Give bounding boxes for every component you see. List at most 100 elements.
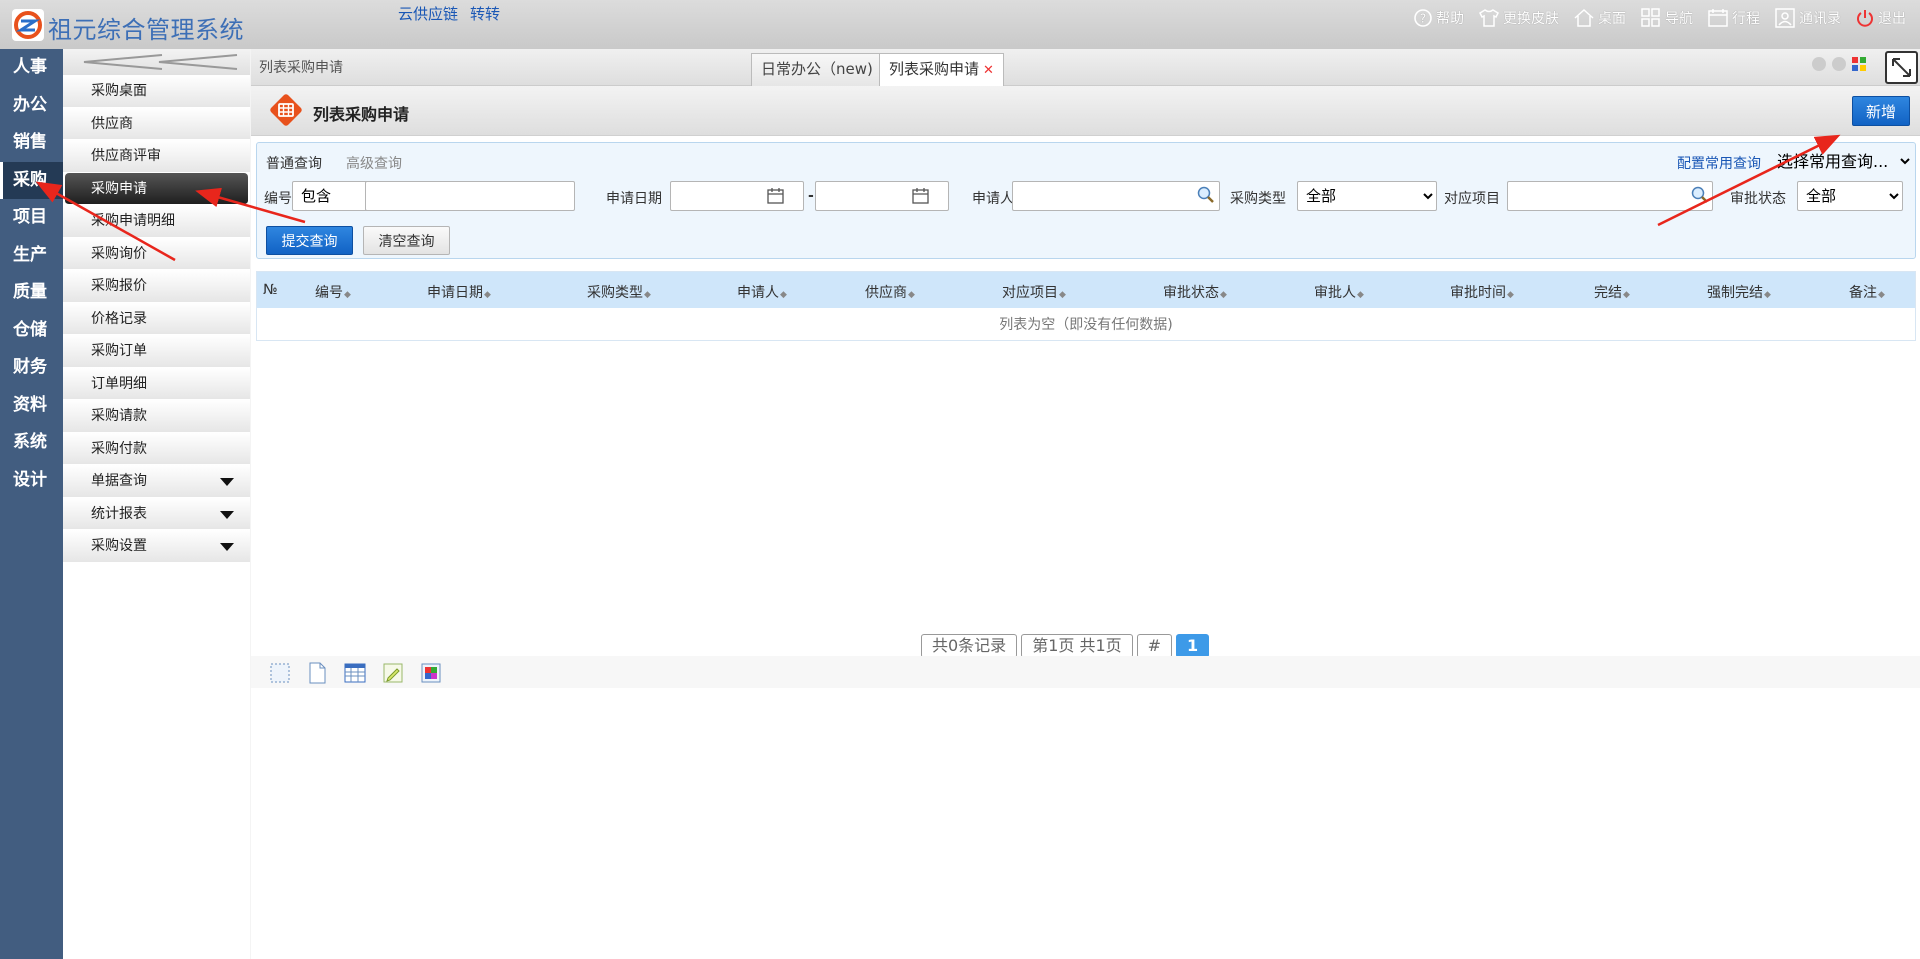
edit-pencil-icon[interactable]: [382, 662, 404, 684]
purchase-type-label: 采购类型: [1230, 191, 1286, 207]
nav-item-purchase[interactable]: 采购: [0, 161, 63, 199]
purchase-type-select[interactable]: 全部: [1297, 181, 1437, 211]
tab-menu-icon[interactable]: [1852, 57, 1866, 71]
help-label: 帮助: [1436, 11, 1464, 27]
document-icon[interactable]: [306, 662, 328, 684]
column-header-approver[interactable]: 审批人◆: [1314, 282, 1364, 302]
submenu-item-request-detail[interactable]: 采购申请明细: [63, 205, 250, 238]
submenu-item-purchase-request[interactable]: 采购申请: [65, 172, 248, 205]
add-button[interactable]: 新增: [1852, 96, 1910, 126]
column-header-approval-time[interactable]: 审批时间◆: [1450, 282, 1514, 302]
column-header-no[interactable]: №: [263, 282, 278, 298]
select-all-icon[interactable]: [269, 662, 291, 684]
sort-icon: ◆: [1507, 290, 1514, 300]
logo-icon: [12, 9, 44, 41]
sort-icon: ◆: [1764, 290, 1771, 300]
tab-scroll-right-icon[interactable]: [1832, 57, 1846, 71]
column-header-applicant[interactable]: 申请人◆: [737, 282, 787, 302]
column-header-label: 采购类型: [587, 285, 643, 301]
desktop-button[interactable]: 桌面: [1573, 8, 1626, 28]
tab-advanced-query[interactable]: 高级查询: [346, 153, 402, 173]
schedule-button[interactable]: 行程: [1707, 8, 1760, 28]
puzzle-icon[interactable]: [420, 662, 442, 684]
submenu-item-order-detail[interactable]: 订单明细: [63, 367, 250, 400]
column-header-apply-date[interactable]: 申请日期◆: [427, 282, 491, 302]
applicant-input[interactable]: [1012, 181, 1220, 211]
submenu-item-purchase-desktop[interactable]: 采购桌面: [63, 75, 250, 108]
logout-button[interactable]: 退出: [1855, 8, 1906, 28]
config-common-query-link[interactable]: 配置常用查询: [1677, 153, 1761, 173]
contacts-button[interactable]: 通讯录: [1774, 8, 1841, 28]
tab-daily-office[interactable]: 日常办公（new): [751, 53, 883, 86]
close-tab-icon[interactable]: ✕: [983, 63, 994, 78]
column-header-label: 强制完结: [1707, 285, 1763, 301]
nav-item-resources[interactable]: 资料: [0, 387, 63, 425]
nav-item-quality[interactable]: 质量: [0, 274, 63, 312]
grid-icon: [1641, 8, 1660, 27]
expand-icon: [1892, 58, 1911, 77]
table-icon[interactable]: [344, 662, 366, 684]
code-input[interactable]: [365, 181, 575, 211]
submenu-item-price-record[interactable]: 价格记录: [63, 302, 250, 335]
submenu-item-quotation[interactable]: 采购报价: [63, 270, 250, 303]
nav-item-sales[interactable]: 销售: [0, 124, 63, 162]
change-skin-button[interactable]: 更换皮肤: [1478, 8, 1559, 28]
cloud-supply-link[interactable]: 云供应链: [398, 3, 458, 24]
nav-item-production[interactable]: 生产: [0, 237, 63, 275]
navigation-button[interactable]: 导航: [1640, 8, 1693, 28]
calendar-icon[interactable]: [767, 188, 784, 204]
submit-query-button[interactable]: 提交查询: [266, 226, 353, 255]
collapse-submenu-button[interactable]: [63, 49, 250, 75]
main-content: 列表采购申请 日常办公（new) 列表采购申请 ✕ 列表采购申请 新增 普通查询 …: [251, 49, 1920, 959]
nav-item-project[interactable]: 项目: [0, 199, 63, 237]
submenu-item-reports[interactable]: 统计报表: [63, 497, 250, 530]
column-header-purchase-type[interactable]: 采购类型◆: [587, 282, 651, 302]
project-input[interactable]: [1507, 181, 1713, 211]
submenu-item-inquiry[interactable]: 采购询价: [63, 237, 250, 270]
common-query-select[interactable]: 选择常用查询...: [1773, 149, 1913, 173]
nav-item-office[interactable]: 办公: [0, 87, 63, 125]
pager-page-1[interactable]: 1: [1176, 634, 1210, 658]
nav-item-hr[interactable]: 人事: [0, 49, 63, 87]
submenu-item-document-query[interactable]: 单据查询: [63, 465, 250, 498]
column-header-code[interactable]: 编号◆: [315, 282, 351, 302]
help-button[interactable]: ? 帮助: [1413, 8, 1464, 28]
column-header-supplier[interactable]: 供应商◆: [865, 282, 915, 302]
column-header-approval-status[interactable]: 审批状态◆: [1163, 282, 1227, 302]
approval-status-select[interactable]: 全部: [1797, 181, 1903, 211]
search-icon[interactable]: [1691, 186, 1709, 204]
submenu-item-purchase-order[interactable]: 采购订单: [63, 335, 250, 368]
applicant-label: 申请人: [972, 191, 1014, 207]
submenu-item-label: 采购设置: [91, 538, 147, 554]
sort-icon: ◆: [1059, 290, 1066, 300]
tab-purchase-request-list[interactable]: 列表采购申请 ✕: [879, 53, 1004, 86]
tab-normal-query[interactable]: 普通查询: [266, 153, 322, 173]
submenu-item-payment[interactable]: 采购付款: [63, 432, 250, 465]
column-header-finished[interactable]: 完结◆: [1594, 282, 1630, 302]
top-header: 祖元综合管理系统 云供应链 转转 ? 帮助 更换皮肤 桌面 导航 行程 通讯录: [0, 0, 1920, 49]
column-header-force-finished[interactable]: 强制完结◆: [1707, 282, 1771, 302]
nav-item-finance[interactable]: 财务: [0, 349, 63, 387]
desktop-label: 桌面: [1598, 11, 1626, 27]
submenu-item-supplier-review[interactable]: 供应商评审: [63, 140, 250, 173]
code-label: 编号: [264, 191, 292, 207]
sort-icon: ◆: [644, 290, 651, 300]
calendar-icon[interactable]: [912, 188, 929, 204]
nav-item-system[interactable]: 系统: [0, 424, 63, 462]
fullscreen-button[interactable]: [1885, 51, 1918, 84]
tab-scroll-left-icon[interactable]: [1812, 57, 1826, 71]
column-header-remarks[interactable]: 备注◆: [1849, 282, 1885, 302]
search-icon[interactable]: [1197, 186, 1215, 204]
pager-jump-button[interactable]: #: [1136, 634, 1173, 658]
submenu-item-supplier[interactable]: 供应商: [63, 107, 250, 140]
submenu-item-settings[interactable]: 采购设置: [63, 530, 250, 563]
double-chevron-left-icon: [83, 54, 237, 70]
contacts-label: 通讯录: [1799, 11, 1841, 27]
column-header-project[interactable]: 对应项目◆: [1002, 282, 1066, 302]
zhuanzhuan-link[interactable]: 转转: [470, 3, 500, 24]
nav-item-design[interactable]: 设计: [0, 462, 63, 500]
nav-item-warehouse[interactable]: 仓储: [0, 312, 63, 350]
submenu-item-payment-request[interactable]: 采购请款: [63, 400, 250, 433]
clear-query-button[interactable]: 清空查询: [363, 226, 450, 255]
column-header-label: 对应项目: [1002, 285, 1058, 301]
